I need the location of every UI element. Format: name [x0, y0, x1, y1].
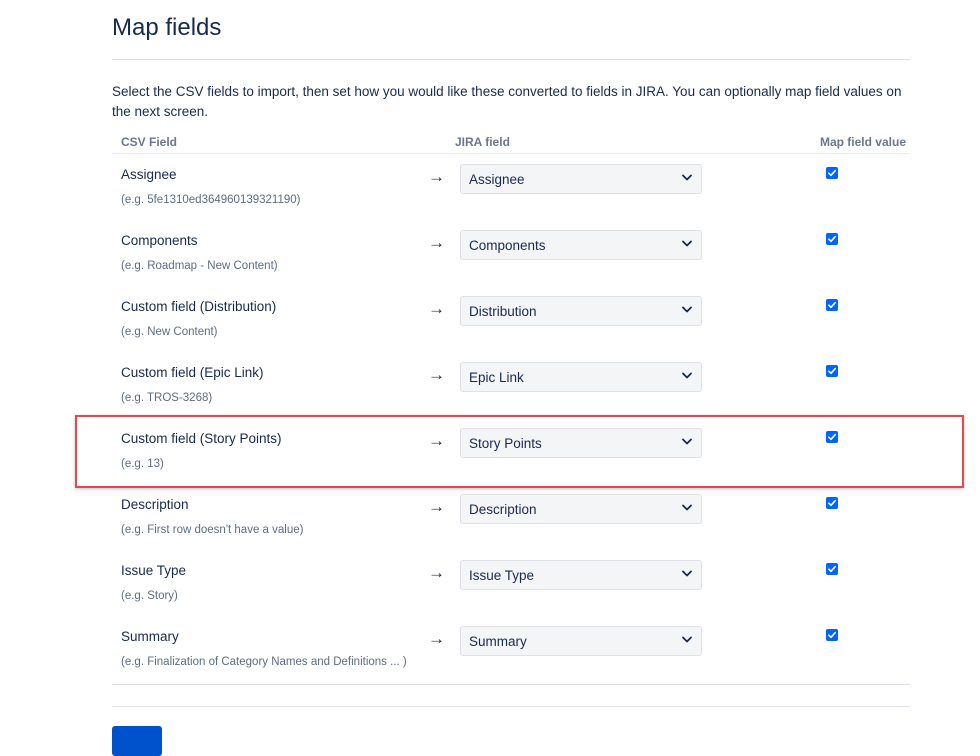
map-field-value-checkbox[interactable]	[826, 167, 838, 179]
jira-field-select-value: Epic Link	[469, 369, 524, 387]
arrow-right-icon: →	[428, 563, 445, 583]
csv-field-name: Custom field (Story Points)	[121, 430, 282, 448]
csv-field-name: Summary	[121, 628, 179, 646]
page-title: Map fields	[112, 12, 221, 44]
csv-field-example: (e.g. New Content)	[121, 324, 218, 340]
table-row: Custom field (Distribution) (e.g. New Co…	[112, 286, 910, 352]
jira-field-select-value: Distribution	[469, 303, 537, 321]
csv-field-example: (e.g. First row doesn't have a value)	[121, 522, 303, 538]
chevron-down-icon	[682, 438, 692, 446]
csv-field-example: (e.g. TROS-3268)	[121, 390, 212, 406]
check-icon	[827, 234, 837, 244]
jira-field-select[interactable]: Distribution	[460, 296, 702, 326]
chevron-down-icon	[682, 636, 692, 644]
table-bottom-divider	[112, 684, 910, 685]
arrow-right-icon: →	[428, 629, 445, 649]
table-row: Summary (e.g. Finalization of Category N…	[112, 616, 910, 682]
jira-field-select[interactable]: Components	[460, 230, 702, 260]
footer-divider	[112, 706, 910, 707]
chevron-down-icon	[682, 570, 692, 578]
map-field-value-checkbox[interactable]	[826, 233, 838, 245]
table-row: Components (e.g. Roadmap - New Content) …	[112, 220, 910, 286]
jira-field-select[interactable]: Description	[460, 494, 702, 524]
jira-field-select-value: Description	[469, 501, 537, 519]
jira-field-select-value: Summary	[469, 633, 527, 651]
jira-field-select-value: Issue Type	[469, 567, 534, 585]
csv-field-name: Issue Type	[121, 562, 186, 580]
map-field-value-checkbox[interactable]	[826, 497, 838, 509]
check-icon	[827, 300, 837, 310]
chevron-down-icon	[682, 174, 692, 182]
column-header-map-field-value: Map field value	[800, 134, 906, 150]
check-icon	[827, 630, 837, 640]
chevron-down-icon	[682, 504, 692, 512]
csv-field-example: (e.g. Finalization of Category Names and…	[121, 654, 407, 670]
jira-field-select-value: Story Points	[469, 435, 542, 453]
arrow-right-icon: →	[428, 233, 445, 253]
title-divider	[112, 59, 910, 60]
jira-field-select[interactable]: Epic Link	[460, 362, 702, 392]
chevron-down-icon	[682, 306, 692, 314]
jira-field-select[interactable]: Assignee	[460, 164, 702, 194]
arrow-right-icon: →	[428, 167, 445, 187]
chevron-down-icon	[682, 240, 692, 248]
next-button[interactable]	[112, 726, 162, 756]
check-icon	[827, 564, 837, 574]
column-header-csv-field: CSV Field	[121, 134, 177, 150]
column-header-jira-field: JIRA field	[455, 134, 510, 150]
check-icon	[827, 366, 837, 376]
csv-field-name: Description	[121, 496, 189, 514]
jira-field-select[interactable]: Issue Type	[460, 560, 702, 590]
arrow-right-icon: →	[428, 365, 445, 385]
field-mapping-table: Assignee (e.g. 5fe1310ed364960139321190)…	[112, 154, 910, 682]
jira-field-select[interactable]: Story Points	[460, 428, 702, 458]
check-icon	[827, 168, 837, 178]
map-field-value-checkbox[interactable]	[826, 365, 838, 377]
map-field-value-checkbox[interactable]	[826, 431, 838, 443]
csv-field-example: (e.g. Roadmap - New Content)	[121, 258, 278, 274]
jira-field-select[interactable]: Summary	[460, 626, 702, 656]
csv-field-name: Components	[121, 232, 198, 250]
csv-field-example: (e.g. Story)	[121, 588, 178, 604]
table-row: Assignee (e.g. 5fe1310ed364960139321190)…	[112, 154, 910, 220]
csv-field-name: Custom field (Distribution)	[121, 298, 276, 316]
table-row: Description (e.g. First row doesn't have…	[112, 484, 910, 550]
page-description: Select the CSV fields to import, then se…	[112, 82, 910, 122]
table-row: Custom field (Epic Link) (e.g. TROS-3268…	[112, 352, 910, 418]
map-field-value-checkbox[interactable]	[826, 629, 838, 641]
csv-field-example: (e.g. 5fe1310ed364960139321190)	[121, 192, 300, 208]
jira-field-select-value: Assignee	[469, 171, 525, 189]
arrow-right-icon: →	[428, 299, 445, 319]
csv-field-name: Custom field (Epic Link)	[121, 364, 264, 382]
table-row: Custom field (Story Points) (e.g. 13) → …	[112, 418, 910, 484]
table-row: Issue Type (e.g. Story) → Issue Type	[112, 550, 910, 616]
csv-field-name: Assignee	[121, 166, 177, 184]
arrow-right-icon: →	[428, 431, 445, 451]
map-field-value-checkbox[interactable]	[826, 563, 838, 575]
jira-field-select-value: Components	[469, 237, 546, 255]
arrow-right-icon: →	[428, 497, 445, 517]
chevron-down-icon	[682, 372, 692, 380]
map-field-value-checkbox[interactable]	[826, 299, 838, 311]
check-icon	[827, 498, 837, 508]
csv-field-example: (e.g. 13)	[121, 456, 164, 472]
check-icon	[827, 432, 837, 442]
